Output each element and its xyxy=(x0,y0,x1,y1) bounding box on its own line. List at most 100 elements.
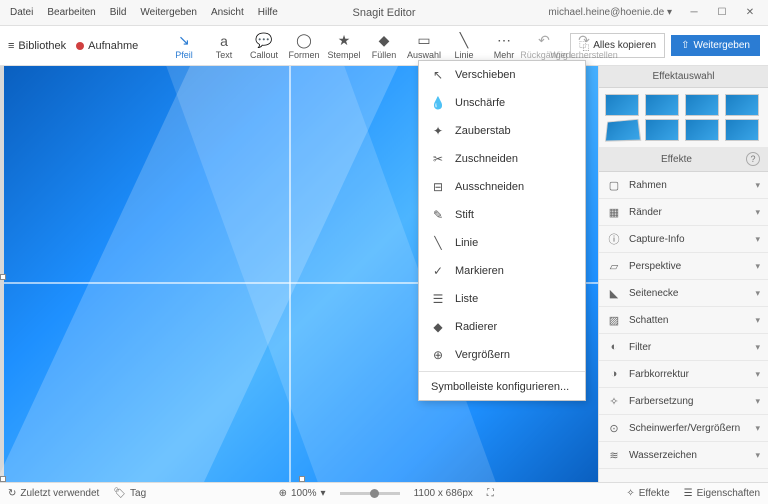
schatten-icon: ▨ xyxy=(607,313,621,327)
resize-handle[interactable] xyxy=(0,476,6,482)
menu-bild[interactable]: Bild xyxy=(104,5,133,20)
stamp-icon: ★ xyxy=(335,32,353,50)
chevron-down-icon: ▾ xyxy=(755,261,760,272)
select-icon: ▭ xyxy=(415,32,433,50)
menu-weitergeben[interactable]: Weitergeben xyxy=(134,5,203,20)
dropdown-item-linie[interactable]: ╲Linie xyxy=(419,229,585,257)
tag-button[interactable]: 🏷Tag xyxy=(113,488,146,499)
effect-thumb[interactable] xyxy=(645,94,679,116)
seitenecke-icon: ◣ xyxy=(607,286,621,300)
tool-mehr[interactable]: ⋯Mehr xyxy=(485,30,523,62)
recent-button[interactable]: ↻Zuletzt verwendet xyxy=(8,488,99,499)
effect-row-wasserzeichen[interactable]: ≋Wasserzeichen▾ xyxy=(599,442,768,469)
effect-row-farbersetzung[interactable]: ✧Farbersetzung▾ xyxy=(599,388,768,415)
dropdown-item-zuschneiden[interactable]: ✂Zuschneiden xyxy=(419,145,585,173)
tool-redo[interactable]: ↷Wiederherstellen xyxy=(565,30,603,62)
effect-thumb[interactable] xyxy=(645,119,679,141)
effects-header: Effekte? xyxy=(599,147,768,172)
user-email[interactable]: michael.heine@hoenie.de ▾ xyxy=(548,7,672,18)
tool-text[interactable]: aText xyxy=(205,30,243,62)
tool-fuellen[interactable]: ◆Füllen xyxy=(365,30,403,62)
dropdown-item-verschieben[interactable]: ↖Verschieben xyxy=(419,61,585,89)
library-button[interactable]: ≡Bibliothek xyxy=(8,40,66,52)
menu-ansicht[interactable]: Ansicht xyxy=(205,5,250,20)
dropdown-item-stift[interactable]: ✎Stift xyxy=(419,201,585,229)
resize-handle[interactable] xyxy=(299,476,305,482)
effect-row-rnder[interactable]: ▦Ränder▾ xyxy=(599,199,768,226)
minimize-button[interactable]: ─ xyxy=(680,3,708,23)
effect-row-schatten[interactable]: ▨Schatten▾ xyxy=(599,307,768,334)
share-button[interactable]: ⇧Weitergeben xyxy=(671,35,760,56)
zoom-slider[interactable] xyxy=(340,492,400,495)
rahmen-icon: ▢ xyxy=(607,178,621,192)
filter-icon: ◐ xyxy=(607,340,621,354)
perspektive-icon: ▱ xyxy=(607,259,621,273)
scheinwerfervergrern-icon: ⊙ xyxy=(607,421,621,435)
effect-thumb[interactable] xyxy=(725,119,759,141)
menu-bearbeiten[interactable]: Bearbeiten xyxy=(41,5,101,20)
sidebar: Effektauswahl Effekte? ▢Rahmen▾▦Ränder▾ⓘ… xyxy=(598,66,768,482)
redo-icon: ↷ xyxy=(575,32,593,50)
dropdown-configure-toolbar[interactable]: Symbolleiste konfigurieren... xyxy=(419,374,585,400)
menu-datei[interactable]: Datei xyxy=(4,5,39,20)
dropdown-item-markieren[interactable]: ✓Markieren xyxy=(419,257,585,285)
effect-selection-header: Effektauswahl xyxy=(599,66,768,88)
captureinfo-icon: ⓘ xyxy=(607,232,621,246)
effect-thumb[interactable] xyxy=(605,94,639,116)
effect-row-perspektive[interactable]: ▱Perspektive▾ xyxy=(599,253,768,280)
close-button[interactable]: ✕ xyxy=(736,3,764,23)
maximize-button[interactable]: ☐ xyxy=(708,3,736,23)
radierer-icon: ◆ xyxy=(431,320,445,334)
effect-thumb[interactable] xyxy=(605,119,641,142)
properties-toggle[interactable]: ☰Eigenschaften xyxy=(684,488,760,499)
effect-thumb[interactable] xyxy=(685,119,719,141)
effect-row-scheinwerfervergrern[interactable]: ⊙Scheinwerfer/Vergrößern▾ xyxy=(599,415,768,442)
tool-stempel[interactable]: ★Stempel xyxy=(325,30,363,62)
effect-row-filter[interactable]: ◐Filter▾ xyxy=(599,334,768,361)
effect-row-rahmen[interactable]: ▢Rahmen▾ xyxy=(599,172,768,199)
dropdown-item-vergrößern[interactable]: ⊕Vergrößern xyxy=(419,341,585,369)
chevron-down-icon: ▾ xyxy=(755,234,760,245)
help-icon[interactable]: ? xyxy=(746,152,760,166)
dropdown-item-radierer[interactable]: ◆Radierer xyxy=(419,313,585,341)
zoom-icon: ⊕ xyxy=(279,488,287,499)
dropdown-item-zauberstab[interactable]: ✦Zauberstab xyxy=(419,117,585,145)
tool-auswahl[interactable]: ▭Auswahl xyxy=(405,30,443,62)
menubar: Datei Bearbeiten Bild Weitergeben Ansich… xyxy=(4,5,284,20)
more-tools-dropdown: ↖Verschieben💧Unschärfe✦Zauberstab✂Zuschn… xyxy=(418,60,586,401)
effect-thumb[interactable] xyxy=(725,94,759,116)
effect-thumb[interactable] xyxy=(685,94,719,116)
effects-toggle[interactable]: ✧Effekte xyxy=(626,488,669,499)
fill-icon: ◆ xyxy=(375,32,393,50)
app-title: Snagit Editor xyxy=(353,7,416,19)
main-area: Effektauswahl Effekte? ▢Rahmen▾▦Ränder▾ⓘ… xyxy=(0,66,768,482)
tool-callout[interactable]: 💬Callout xyxy=(245,30,283,62)
menu-hilfe[interactable]: Hilfe xyxy=(252,5,284,20)
resize-handle[interactable] xyxy=(0,274,6,280)
vergrößern-icon: ⊕ xyxy=(431,348,445,362)
tool-formen[interactable]: ◯Formen xyxy=(285,30,323,62)
rnder-icon: ▦ xyxy=(607,205,621,219)
tool-linie[interactable]: ╲Linie xyxy=(445,30,483,62)
tag-icon: 🏷 xyxy=(113,488,126,499)
effect-row-farbkorrektur[interactable]: ◑Farbkorrektur▾ xyxy=(599,361,768,388)
wasserzeichen-icon: ≋ xyxy=(607,448,621,462)
dropdown-item-unschärfe[interactable]: 💧Unschärfe xyxy=(419,89,585,117)
library-record-group: ≡Bibliothek Aufnahme xyxy=(8,40,138,52)
text-icon: a xyxy=(215,32,233,50)
zoom-control[interactable]: ⊕100% ▾ xyxy=(279,488,326,499)
tool-pfeil[interactable]: ↘Pfeil xyxy=(165,30,203,62)
dropdown-item-liste[interactable]: ☰Liste xyxy=(419,285,585,313)
props-icon: ☰ xyxy=(684,488,693,499)
effect-thumbnails xyxy=(599,88,768,147)
recent-icon: ↻ xyxy=(8,488,16,499)
line-icon: ╲ xyxy=(455,32,473,50)
effect-row-seitenecke[interactable]: ◣Seitenecke▾ xyxy=(599,280,768,307)
undo-icon: ↶ xyxy=(535,32,553,50)
dropdown-item-ausschneiden[interactable]: ⊟Ausschneiden xyxy=(419,173,585,201)
record-button[interactable]: Aufnahme xyxy=(76,40,138,52)
effect-row-captureinfo[interactable]: ⓘCapture-Info▾ xyxy=(599,226,768,253)
chevron-down-icon: ▾ xyxy=(755,207,760,218)
fit-button[interactable]: ⛶ xyxy=(487,488,494,499)
window-controls: michael.heine@hoenie.de ▾ ─ ☐ ✕ xyxy=(548,3,764,23)
